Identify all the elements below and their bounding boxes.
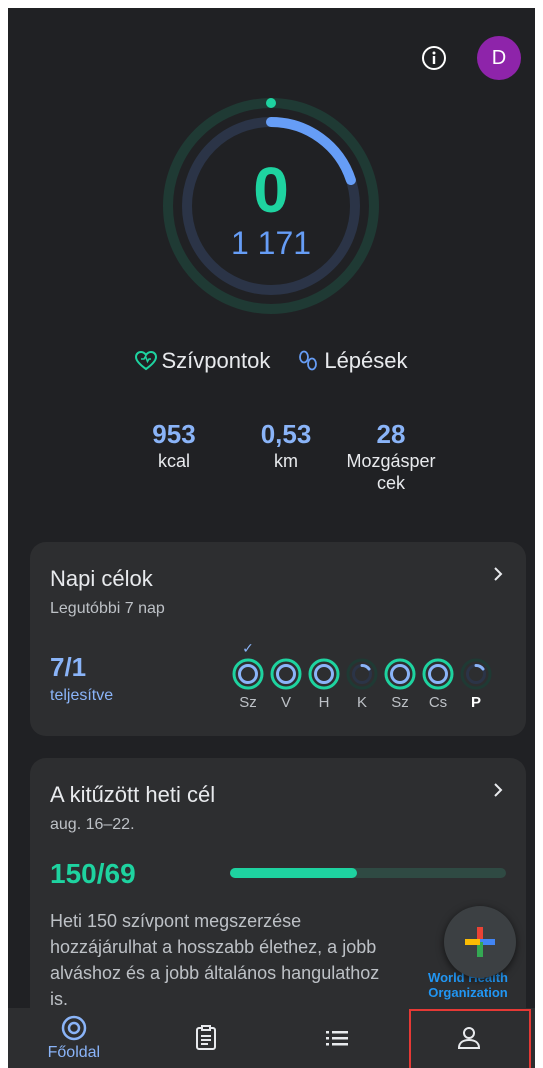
info-icon[interactable]: [421, 45, 447, 71]
chevron-right-icon: [494, 567, 503, 581]
day-goal-0: ✓ Sz: [230, 640, 266, 711]
day-label: P: [470, 694, 481, 711]
ring-legend: Szívpontok Lépések: [8, 348, 535, 374]
add-activity-button[interactable]: [444, 906, 516, 978]
stat-move-minutes[interactable]: 28 Mozgásper cek: [342, 418, 440, 494]
day-label: V: [280, 694, 291, 711]
daily-stats: 953 kcal 0,53 km 28 Mozgásper cek: [118, 418, 440, 494]
legend-heart-points: Szívpontok: [135, 348, 270, 374]
heart-points-value: 0: [253, 154, 289, 226]
day-label: K: [356, 694, 367, 711]
legend-steps: Lépések: [296, 348, 408, 374]
day-goal-2: H: [306, 640, 342, 711]
stat-label: km: [274, 451, 298, 471]
goals-completed-count: 7/1: [50, 652, 87, 682]
steps-value: 1 171: [230, 225, 312, 261]
weekly-progress-bar: [230, 868, 506, 878]
legend-steps-label: Lépések: [324, 348, 408, 373]
steps-icon: [299, 350, 318, 371]
day-goal-1: V: [268, 640, 304, 711]
nav-journal[interactable]: [140, 1008, 272, 1068]
stat-calories[interactable]: 953 kcal: [118, 418, 230, 494]
stat-label: kcal: [157, 451, 190, 471]
daily-goals-title: Napi célok: [50, 566, 153, 591]
stat-value: 0,53: [260, 419, 312, 449]
day-ring-icon: [384, 658, 416, 690]
weekly-goal-date-range: aug. 16–22.: [50, 816, 135, 833]
day-goal-6: P: [458, 640, 494, 711]
home-screen: D 0 1 171 Szívpontok Lépések 953 kcal 0,…: [8, 8, 535, 1068]
day-label: H: [318, 694, 330, 711]
day-ring-icon: [460, 658, 492, 690]
journal-icon: [195, 1025, 216, 1050]
nav-home[interactable]: Főoldal: [8, 1008, 140, 1068]
daily-goals-subtitle: Legutóbbi 7 nap: [50, 600, 165, 617]
day-ring-icon: [270, 658, 302, 690]
home-icon: [61, 1015, 87, 1041]
day-label: Cs: [428, 694, 448, 711]
nav-profile[interactable]: [403, 1008, 535, 1068]
goals-completed-label: teljesítve: [50, 687, 114, 704]
day-ring-icon: [232, 658, 264, 690]
weekly-progress-fill: [230, 868, 357, 878]
day-goal-3: K: [344, 640, 380, 711]
nav-browse[interactable]: [272, 1008, 404, 1068]
day-ring-icon: [422, 658, 454, 690]
legend-heart-label: Szívpontok: [161, 348, 271, 373]
top-bar: D: [421, 36, 521, 80]
weekly-goal-count: 150/69: [50, 858, 136, 889]
week-day-rings: ✓ Sz V H K Sz Cs P: [230, 640, 494, 711]
stat-value: 28: [376, 419, 406, 449]
day-label: Sz: [391, 694, 409, 711]
highlight-box: [409, 1009, 531, 1068]
heart-icon: [135, 351, 158, 371]
bottom-navigation: Főoldal: [8, 1008, 535, 1068]
weekly-goal-description: Heti 150 szívpont megszerzése hozzájárul…: [50, 911, 380, 1009]
plus-icon: [465, 927, 495, 957]
activity-ring[interactable]: 0 1 171: [163, 98, 379, 314]
day-label: Sz: [239, 694, 257, 711]
stat-distance[interactable]: 0,53 km: [230, 418, 342, 494]
avatar[interactable]: D: [477, 36, 521, 80]
check-icon: ✓: [242, 640, 254, 656]
day-goal-5: Cs: [420, 640, 456, 711]
browse-icon: [326, 1031, 349, 1046]
chevron-right-icon: [494, 783, 503, 797]
ring-values: 0 1 171: [163, 98, 379, 314]
nav-home-label: Főoldal: [47, 1044, 101, 1061]
daily-goals-card[interactable]: Napi célok Legutóbbi 7 nap 7/1 teljesítv…: [30, 542, 526, 736]
stat-label: Mozgásper cek: [346, 451, 436, 493]
weekly-goal-title: A kitűzött heti cél: [50, 782, 216, 807]
day-ring-icon: [346, 658, 378, 690]
day-ring-icon: [308, 658, 340, 690]
day-goal-4: Sz: [382, 640, 418, 711]
stat-value: 953: [152, 419, 196, 449]
